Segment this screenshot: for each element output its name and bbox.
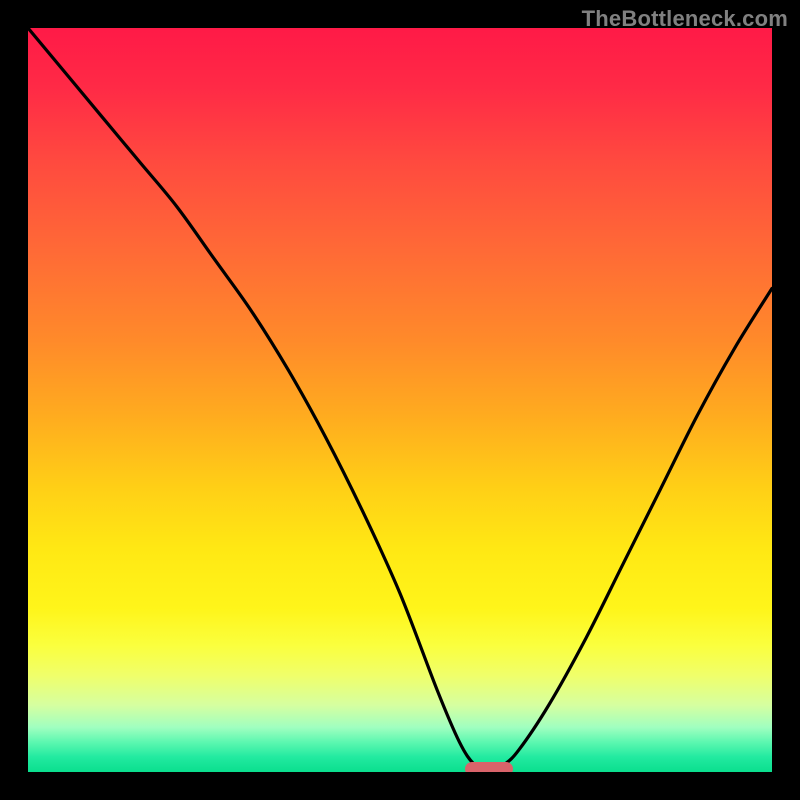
plot-area: [28, 28, 772, 772]
bottleneck-curve: [28, 28, 772, 772]
chart-frame: TheBottleneck.com: [0, 0, 800, 800]
minimum-marker: [465, 762, 513, 772]
watermark-text: TheBottleneck.com: [582, 6, 788, 32]
